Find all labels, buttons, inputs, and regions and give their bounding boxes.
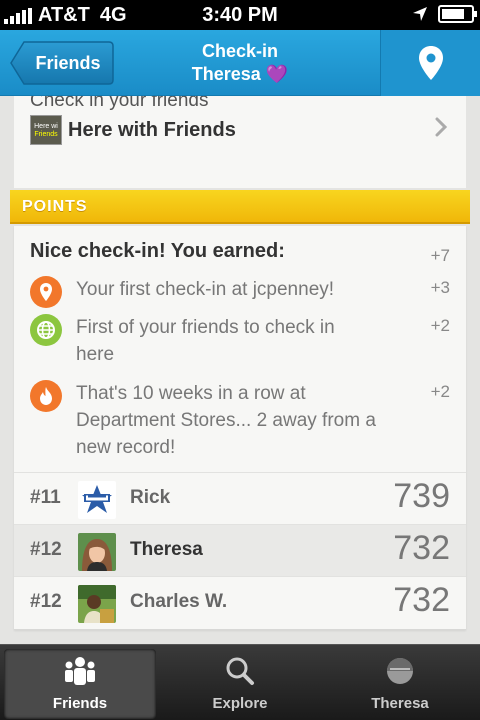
location-button[interactable] xyxy=(380,30,480,96)
here-with-friends-thumbnail: Here wi Friends xyxy=(30,115,62,145)
profile-icon xyxy=(387,658,413,684)
check-in-friends-text: Check in your friends xyxy=(30,96,209,111)
friends-icon xyxy=(65,657,95,685)
leaderboard-name: Charles W. xyxy=(130,591,228,612)
points-item-value: +2 xyxy=(430,382,450,401)
battery-icon xyxy=(438,5,477,23)
flame-icon xyxy=(30,380,62,412)
tab-label: Friends xyxy=(52,695,108,712)
leaderboard-row[interactable]: #11 Rick 739 xyxy=(14,472,466,524)
tab-profile[interactable]: Theresa xyxy=(324,649,476,719)
here-with-friends-label: Here with Friends xyxy=(68,118,236,141)
globe-icon xyxy=(30,314,62,346)
tab-label: Theresa xyxy=(371,695,429,712)
title-line-2: Theresa xyxy=(191,64,261,84)
heart-icon: 💜 xyxy=(265,64,289,84)
leaderboard-score: 739 xyxy=(393,477,450,515)
title-line-1: Check-in xyxy=(201,41,279,61)
leaderboard-row[interactable]: #12 Theresa 732 xyxy=(14,524,466,576)
location-services-icon xyxy=(413,7,427,21)
points-item: First of your friends to check in here +… xyxy=(30,314,450,374)
chevron-right-icon xyxy=(435,117,448,137)
tab-friends[interactable]: Friends xyxy=(4,649,156,719)
avatar xyxy=(78,481,116,519)
leaderboard-row[interactable]: #12 Charles W. 732 xyxy=(14,576,466,628)
clock: 3:40 PM xyxy=(202,4,278,26)
leaderboard-rank: #12 xyxy=(30,539,62,560)
points-item-text: That's 10 weeks in a row at Department S… xyxy=(76,383,376,458)
leaderboard-name: Rick xyxy=(130,487,171,508)
thumb-line-1: Here wi xyxy=(34,123,58,130)
tab-explore[interactable]: Explore xyxy=(164,649,316,719)
avatar xyxy=(78,533,116,571)
leaderboard-rank: #11 xyxy=(30,487,61,508)
tab-label: Explore xyxy=(212,695,268,712)
page-title: Check-in Theresa 💜 xyxy=(150,40,330,86)
status-bar: AT&T 4G 3:40 PM xyxy=(0,0,480,30)
here-with-friends-row[interactable]: Here wi Friends Here with Friends xyxy=(30,114,466,146)
avatar xyxy=(78,585,116,623)
points-item-text: Your first check-in at jcpenney! xyxy=(76,279,335,300)
leaderboard-name: Theresa xyxy=(130,539,203,560)
back-button[interactable]: Friends xyxy=(10,41,114,85)
pin-icon xyxy=(30,276,62,308)
points-item-value: +2 xyxy=(430,316,450,335)
points-item: Your first check-in at jcpenney! +3 xyxy=(30,276,450,316)
thumb-line-2: Friends xyxy=(34,131,58,138)
earned-heading: Nice check-in! You earned: xyxy=(30,240,285,262)
back-button-label: Friends xyxy=(35,52,101,73)
leaderboard-rank: #12 xyxy=(30,591,62,612)
points-card: Nice check-in! You earned: +7 Your first… xyxy=(14,226,466,630)
earned-total: +7 xyxy=(430,246,450,265)
navigation-bar: Friends Check-in Theresa 💜 xyxy=(0,30,480,96)
map-pin-icon xyxy=(418,46,443,80)
points-item: That's 10 weeks in a row at Department S… xyxy=(30,380,450,470)
tab-bar: Friends Explore Theresa xyxy=(0,644,480,720)
points-item-value: +3 xyxy=(430,278,450,297)
points-header: POINTS xyxy=(10,190,470,224)
here-with-friends-card: Check in your friends Here wi Friends He… xyxy=(14,96,466,188)
leaderboard-score: 732 xyxy=(393,581,450,619)
search-icon xyxy=(226,657,254,685)
leaderboard-score: 732 xyxy=(393,529,450,567)
points-item-text: First of your friends to check in here xyxy=(76,317,335,365)
